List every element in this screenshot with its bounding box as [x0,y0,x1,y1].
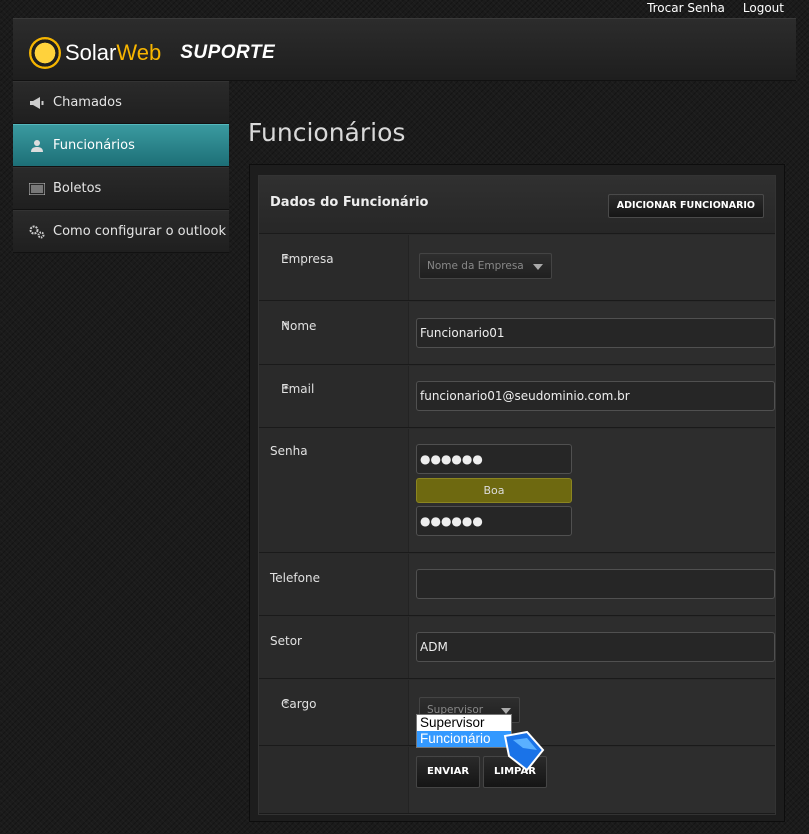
top-links: Trocar Senha Logout [647,0,809,18]
required-marker: * [283,697,289,711]
row-senha: Senha ●●●●●● Boa ●●●●●● [259,429,775,553]
required-marker: * [283,252,289,266]
row-email: Email * funcionario01@seudominio.com.br [259,366,775,428]
form-header: Dados do Funcionário ADICIONAR FUNCIONAR… [259,176,775,234]
sidebar-item-label: Boletos [53,181,102,196]
user-icon [29,139,45,153]
app-header: Solar Web SUPORTE [13,18,796,80]
logo-text-solar: Solar [65,40,117,65]
form-card: Dados do Funcionário ADICIONAR FUNCIONAR… [258,175,776,815]
sidebar: Chamados Funcionários Boletos Como confi… [13,81,229,253]
field-label: Senha [270,444,308,458]
logout-link[interactable]: Logout [743,0,784,18]
company-select-placeholder: Nome da Empresa [427,260,524,272]
required-marker: * [283,382,289,396]
name-field[interactable]: Funcionario01 [416,318,775,348]
role-option-funcionario[interactable]: Funcionário [417,731,511,747]
chevron-down-icon [533,264,543,270]
sidebar-item-boletos[interactable]: Boletos [13,167,229,210]
form-title: Dados do Funcionário [270,195,429,210]
role-option-supervisor[interactable]: Supervisor [417,715,511,731]
email-field[interactable]: funcionario01@seudominio.com.br [416,381,775,411]
sidebar-item-funcionarios[interactable]: Funcionários [13,124,229,167]
sidebar-item-chamados[interactable]: Chamados [13,81,229,124]
change-password-link[interactable]: Trocar Senha [647,0,725,18]
field-label: Setor [270,634,302,648]
logo[interactable]: Solar Web SUPORTE [29,37,275,69]
password-field[interactable]: ●●●●●● [416,444,572,474]
row-telefone: Telefone [259,554,775,616]
field-label: Telefone [270,571,320,585]
submit-button[interactable]: ENVIAR [416,756,481,788]
password-strength-indicator: Boa [416,478,572,503]
section-title: SUPORTE [180,42,276,63]
sidebar-item-label: Funcionários [53,138,135,153]
pointer-cursor-icon [503,730,545,772]
form-panel: Dados do Funcionário ADICIONAR FUNCIONAR… [249,164,785,822]
sidebar-item-label: Chamados [53,95,122,110]
megaphone-icon [29,96,45,110]
sidebar-item-label: Como configurar o outlook [53,224,227,239]
gears-icon [29,225,45,239]
password-confirm-field[interactable]: ●●●●●● [416,506,572,536]
row-setor: Setor ADM [259,617,775,679]
role-dropdown-list: Supervisor Funcionário [416,714,512,748]
barcode-icon [29,182,45,196]
page-title: Funcionários [248,118,406,147]
logo-text-web: Web [116,40,162,65]
company-select[interactable]: Nome da Empresa [419,253,552,279]
sector-field[interactable]: ADM [416,632,775,662]
phone-field[interactable] [416,569,775,599]
sidebar-item-outlook[interactable]: Como configurar o outlook [13,210,229,253]
required-marker: * [283,319,289,333]
sun-logo-icon [29,37,61,69]
row-nome: Nome * Funcionario01 [259,302,775,365]
add-employee-button[interactable]: ADICIONAR FUNCIONARIO [607,194,764,218]
row-empresa: Empresa * Nome da Empresa [259,235,775,301]
